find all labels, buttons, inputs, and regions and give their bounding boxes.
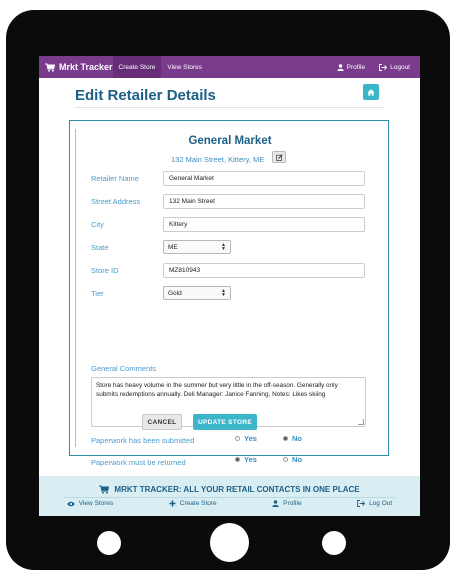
paperwork-returned-no[interactable]: No [283,455,302,464]
street-address-label: Street Address [91,197,141,206]
retailer-form-card: General Market 132 Main Street, Kittery,… [69,120,389,467]
eye-icon [67,501,75,506]
left-hardware-button[interactable] [97,531,121,555]
paperwork-returned-yes[interactable]: Yes [235,455,257,464]
radio-label-no: No [292,434,302,443]
state-select[interactable]: ME ▲ ▼ [163,240,231,254]
footer-profile-label: Profile [283,500,302,507]
retailer-name-label: Retailer Name [91,174,139,183]
comments-label: General Comments [91,364,157,373]
paperwork-submitted-no[interactable]: No [283,434,302,443]
state-value: ME [168,243,178,251]
radio-button[interactable] [283,457,288,462]
tier-select[interactable]: Gold ▲ ▼ [163,286,231,300]
navbar: Mrkt Tracker Create Store View Stores Pr… [39,56,420,78]
tablet-screen: Mrkt Tracker Create Store View Stores Pr… [39,56,420,516]
store-address: 132 Main Street, Kittery, ME [171,155,265,164]
comments-text: Store has heavy volume in the summer but… [96,382,338,398]
nav-logout-label: Logout [390,63,410,71]
store-id-input[interactable]: MZ810943 [163,263,365,278]
nav-profile-label: Profile [346,63,366,71]
paperwork-returned-label: Paperwork must be returned [91,458,186,467]
logout-icon [357,500,366,507]
select-arrows-icon: ▲ ▼ [221,242,226,252]
title-divider [75,107,385,108]
home-icon [367,88,375,96]
right-hardware-button[interactable] [322,531,346,555]
footer-logout[interactable]: Log Out [357,500,392,507]
footer-view-stores[interactable]: View Stores [67,500,114,507]
store-name-heading: General Market [188,135,272,147]
radio-label-yes: Yes [244,455,257,464]
store-id-label: Store ID [91,266,119,275]
home-button[interactable] [363,84,379,100]
home-hardware-button[interactable] [210,523,249,562]
cart-icon [99,485,110,494]
city-label: City [91,220,104,229]
tier-value: Gold [168,289,182,297]
street-address-input[interactable]: 132 Main Street [163,194,365,209]
user-icon [272,500,279,507]
footer-create-store[interactable]: Create Store [169,500,217,507]
radio-button-selected[interactable] [235,457,240,462]
tier-label: Tier [91,289,104,298]
city-input[interactable]: Kittery [163,217,365,232]
footer-divider [64,497,395,498]
cart-icon [45,62,55,72]
nav-create-store[interactable]: Create Store [112,56,162,78]
footer-profile[interactable]: Profile [272,500,302,507]
radio-button-selected[interactable] [283,436,288,441]
update-store-button[interactable]: UPDATE STORE [193,414,257,430]
edit-address-button[interactable] [272,151,286,163]
paperwork-submitted-yes[interactable]: Yes [235,434,257,443]
user-icon [336,63,344,71]
radio-label-yes: Yes [244,434,257,443]
brand[interactable]: Mrkt Tracker [39,56,113,78]
select-arrows-icon: ▲ ▼ [221,288,226,298]
nav-view-stores[interactable]: View Stores [161,56,208,78]
page-title: Edit Retailer Details [75,87,216,104]
state-label: State [91,243,109,252]
logout-icon [379,63,388,71]
footer-tagline-text: MRKT TRACKER: ALL YOUR RETAIL CONTACTS I… [114,485,360,494]
footer: MRKT TRACKER: ALL YOUR RETAIL CONTACTS I… [39,476,420,516]
retailer-name-input[interactable]: General Market [163,171,365,186]
nav-profile[interactable]: Profile [331,56,371,78]
footer-tagline: MRKT TRACKER: ALL YOUR RETAIL CONTACTS I… [39,485,420,494]
paperwork-submitted-label: Paperwork has been submitted [91,436,195,445]
footer-logout-label: Log Out [369,500,393,507]
plus-icon [169,500,176,507]
edit-icon [275,153,283,161]
footer-view-stores-label: View Stores [78,500,114,507]
resize-handle[interactable] [358,419,364,425]
nav-logout[interactable]: Logout [373,56,416,78]
footer-create-store-label: Create Store [179,500,217,507]
cancel-button[interactable]: CANCEL [142,414,182,430]
brand-label: Mrkt Tracker [59,62,113,72]
footer-nav: View Stores Create Store Profile Log Out [39,500,420,507]
radio-button[interactable] [235,436,240,441]
card-accent-line [75,129,76,447]
radio-label-no: No [292,455,302,464]
